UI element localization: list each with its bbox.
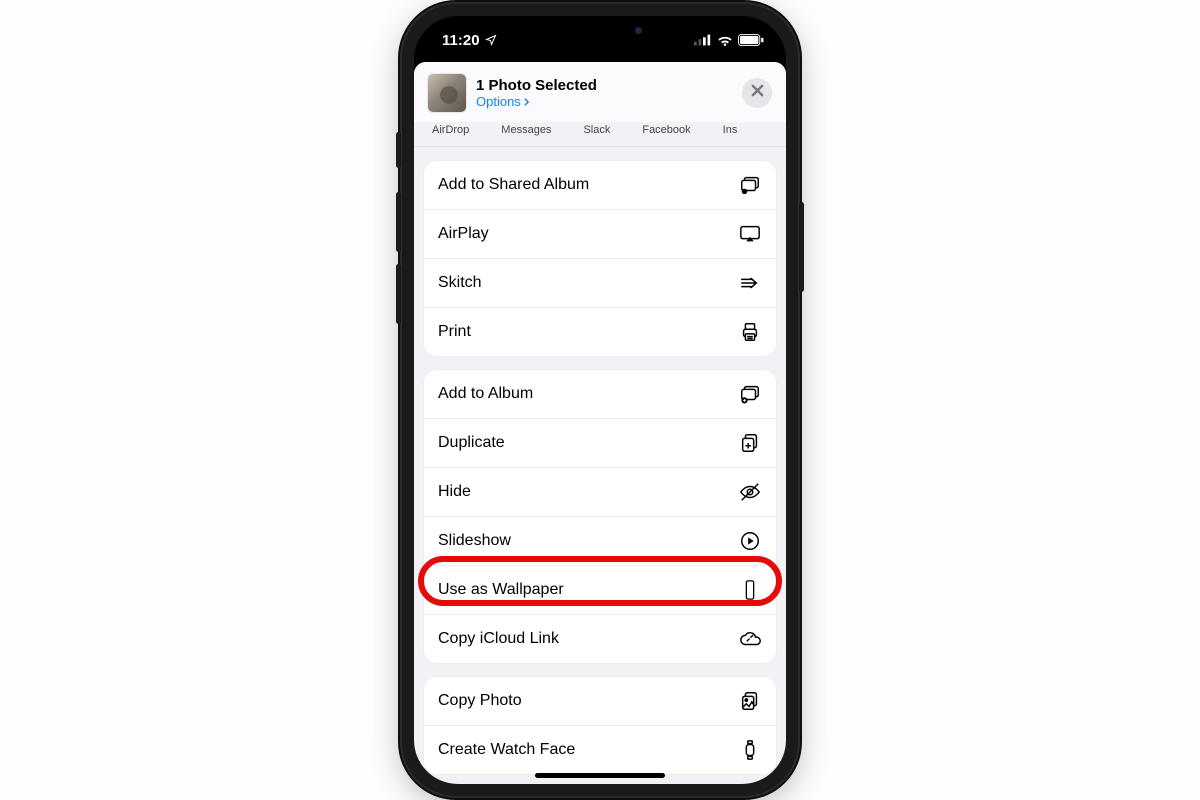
skitch-icon <box>738 271 762 295</box>
watch-icon <box>738 738 762 762</box>
phone-screen: 11:20 1 Photo Sel <box>414 16 786 784</box>
location-icon <box>485 34 497 46</box>
action-skitch[interactable]: Skitch <box>424 258 776 307</box>
action-label: Slideshow <box>438 532 511 550</box>
hide-icon <box>738 480 762 504</box>
share-sheet: 1 Photo Selected Options AirDrop <box>414 62 786 784</box>
share-target-row[interactable]: AirDrop Messages Slack Facebook Ins <box>414 122 786 147</box>
sheet-title: 1 Photo Selected <box>476 77 597 94</box>
action-hide[interactable]: Hide <box>424 467 776 516</box>
action-group: Copy Photo Create Watch Face <box>424 677 776 774</box>
action-print[interactable]: Print <box>424 307 776 356</box>
action-label: Hide <box>438 483 471 501</box>
share-target[interactable]: Slack <box>583 124 610 136</box>
close-icon <box>751 84 764 102</box>
close-button[interactable] <box>742 78 772 108</box>
volume-up <box>396 192 401 252</box>
chevron-right-icon <box>523 95 531 109</box>
action-airplay[interactable]: AirPlay <box>424 209 776 258</box>
action-label: Copy Photo <box>438 692 522 710</box>
action-label: Duplicate <box>438 434 505 452</box>
action-label: Create Watch Face <box>438 741 575 759</box>
sheet-header: 1 Photo Selected Options <box>414 62 786 122</box>
action-label: Copy iCloud Link <box>438 630 559 648</box>
shared-album-icon <box>738 173 762 197</box>
action-group: Add to Album Duplicate Hide <box>424 370 776 663</box>
cloud-link-icon <box>738 627 762 651</box>
action-slideshow[interactable]: Slideshow <box>424 516 776 565</box>
home-indicator[interactable] <box>535 773 665 778</box>
share-target[interactable]: Messages <box>501 124 551 136</box>
notch <box>510 16 690 44</box>
action-copy-photo[interactable]: Copy Photo <box>424 677 776 725</box>
actions-list: Add to Shared Album AirPlay Skitch <box>414 147 786 784</box>
share-target[interactable]: Facebook <box>642 124 690 136</box>
action-group: Add to Shared Album AirPlay Skitch <box>424 161 776 356</box>
action-label: AirPlay <box>438 225 489 243</box>
action-add-to-shared-album[interactable]: Add to Shared Album <box>424 161 776 209</box>
status-time: 11:20 <box>442 32 480 49</box>
phone-frame: 11:20 1 Photo Sel <box>400 2 800 798</box>
cellular-signal-icon <box>694 34 712 46</box>
action-label: Add to Album <box>438 385 533 403</box>
action-duplicate[interactable]: Duplicate <box>424 418 776 467</box>
phone-outline-icon <box>738 578 762 602</box>
options-link[interactable]: Options <box>476 94 597 109</box>
power-button <box>799 202 804 292</box>
action-add-to-album[interactable]: Add to Album <box>424 370 776 418</box>
share-target[interactable]: AirDrop <box>432 124 469 136</box>
mute-switch <box>396 132 401 168</box>
album-add-icon <box>738 382 762 406</box>
print-icon <box>738 320 762 344</box>
wifi-icon <box>717 34 733 46</box>
airplay-icon <box>738 222 762 246</box>
share-target[interactable]: Ins <box>723 124 738 136</box>
action-label: Print <box>438 323 471 341</box>
action-label: Skitch <box>438 274 482 292</box>
action-copy-icloud-link[interactable]: Copy iCloud Link <box>424 614 776 663</box>
battery-icon <box>738 34 764 46</box>
action-use-as-wallpaper[interactable]: Use as Wallpaper <box>424 565 776 614</box>
photo-thumbnail[interactable] <box>428 74 466 112</box>
action-label: Use as Wallpaper <box>438 581 564 599</box>
volume-down <box>396 264 401 324</box>
options-label: Options <box>476 94 521 109</box>
action-label: Add to Shared Album <box>438 176 589 194</box>
duplicate-icon <box>738 431 762 455</box>
play-circle-icon <box>738 529 762 553</box>
copy-photo-icon <box>738 689 762 713</box>
action-create-watch-face[interactable]: Create Watch Face <box>424 725 776 774</box>
